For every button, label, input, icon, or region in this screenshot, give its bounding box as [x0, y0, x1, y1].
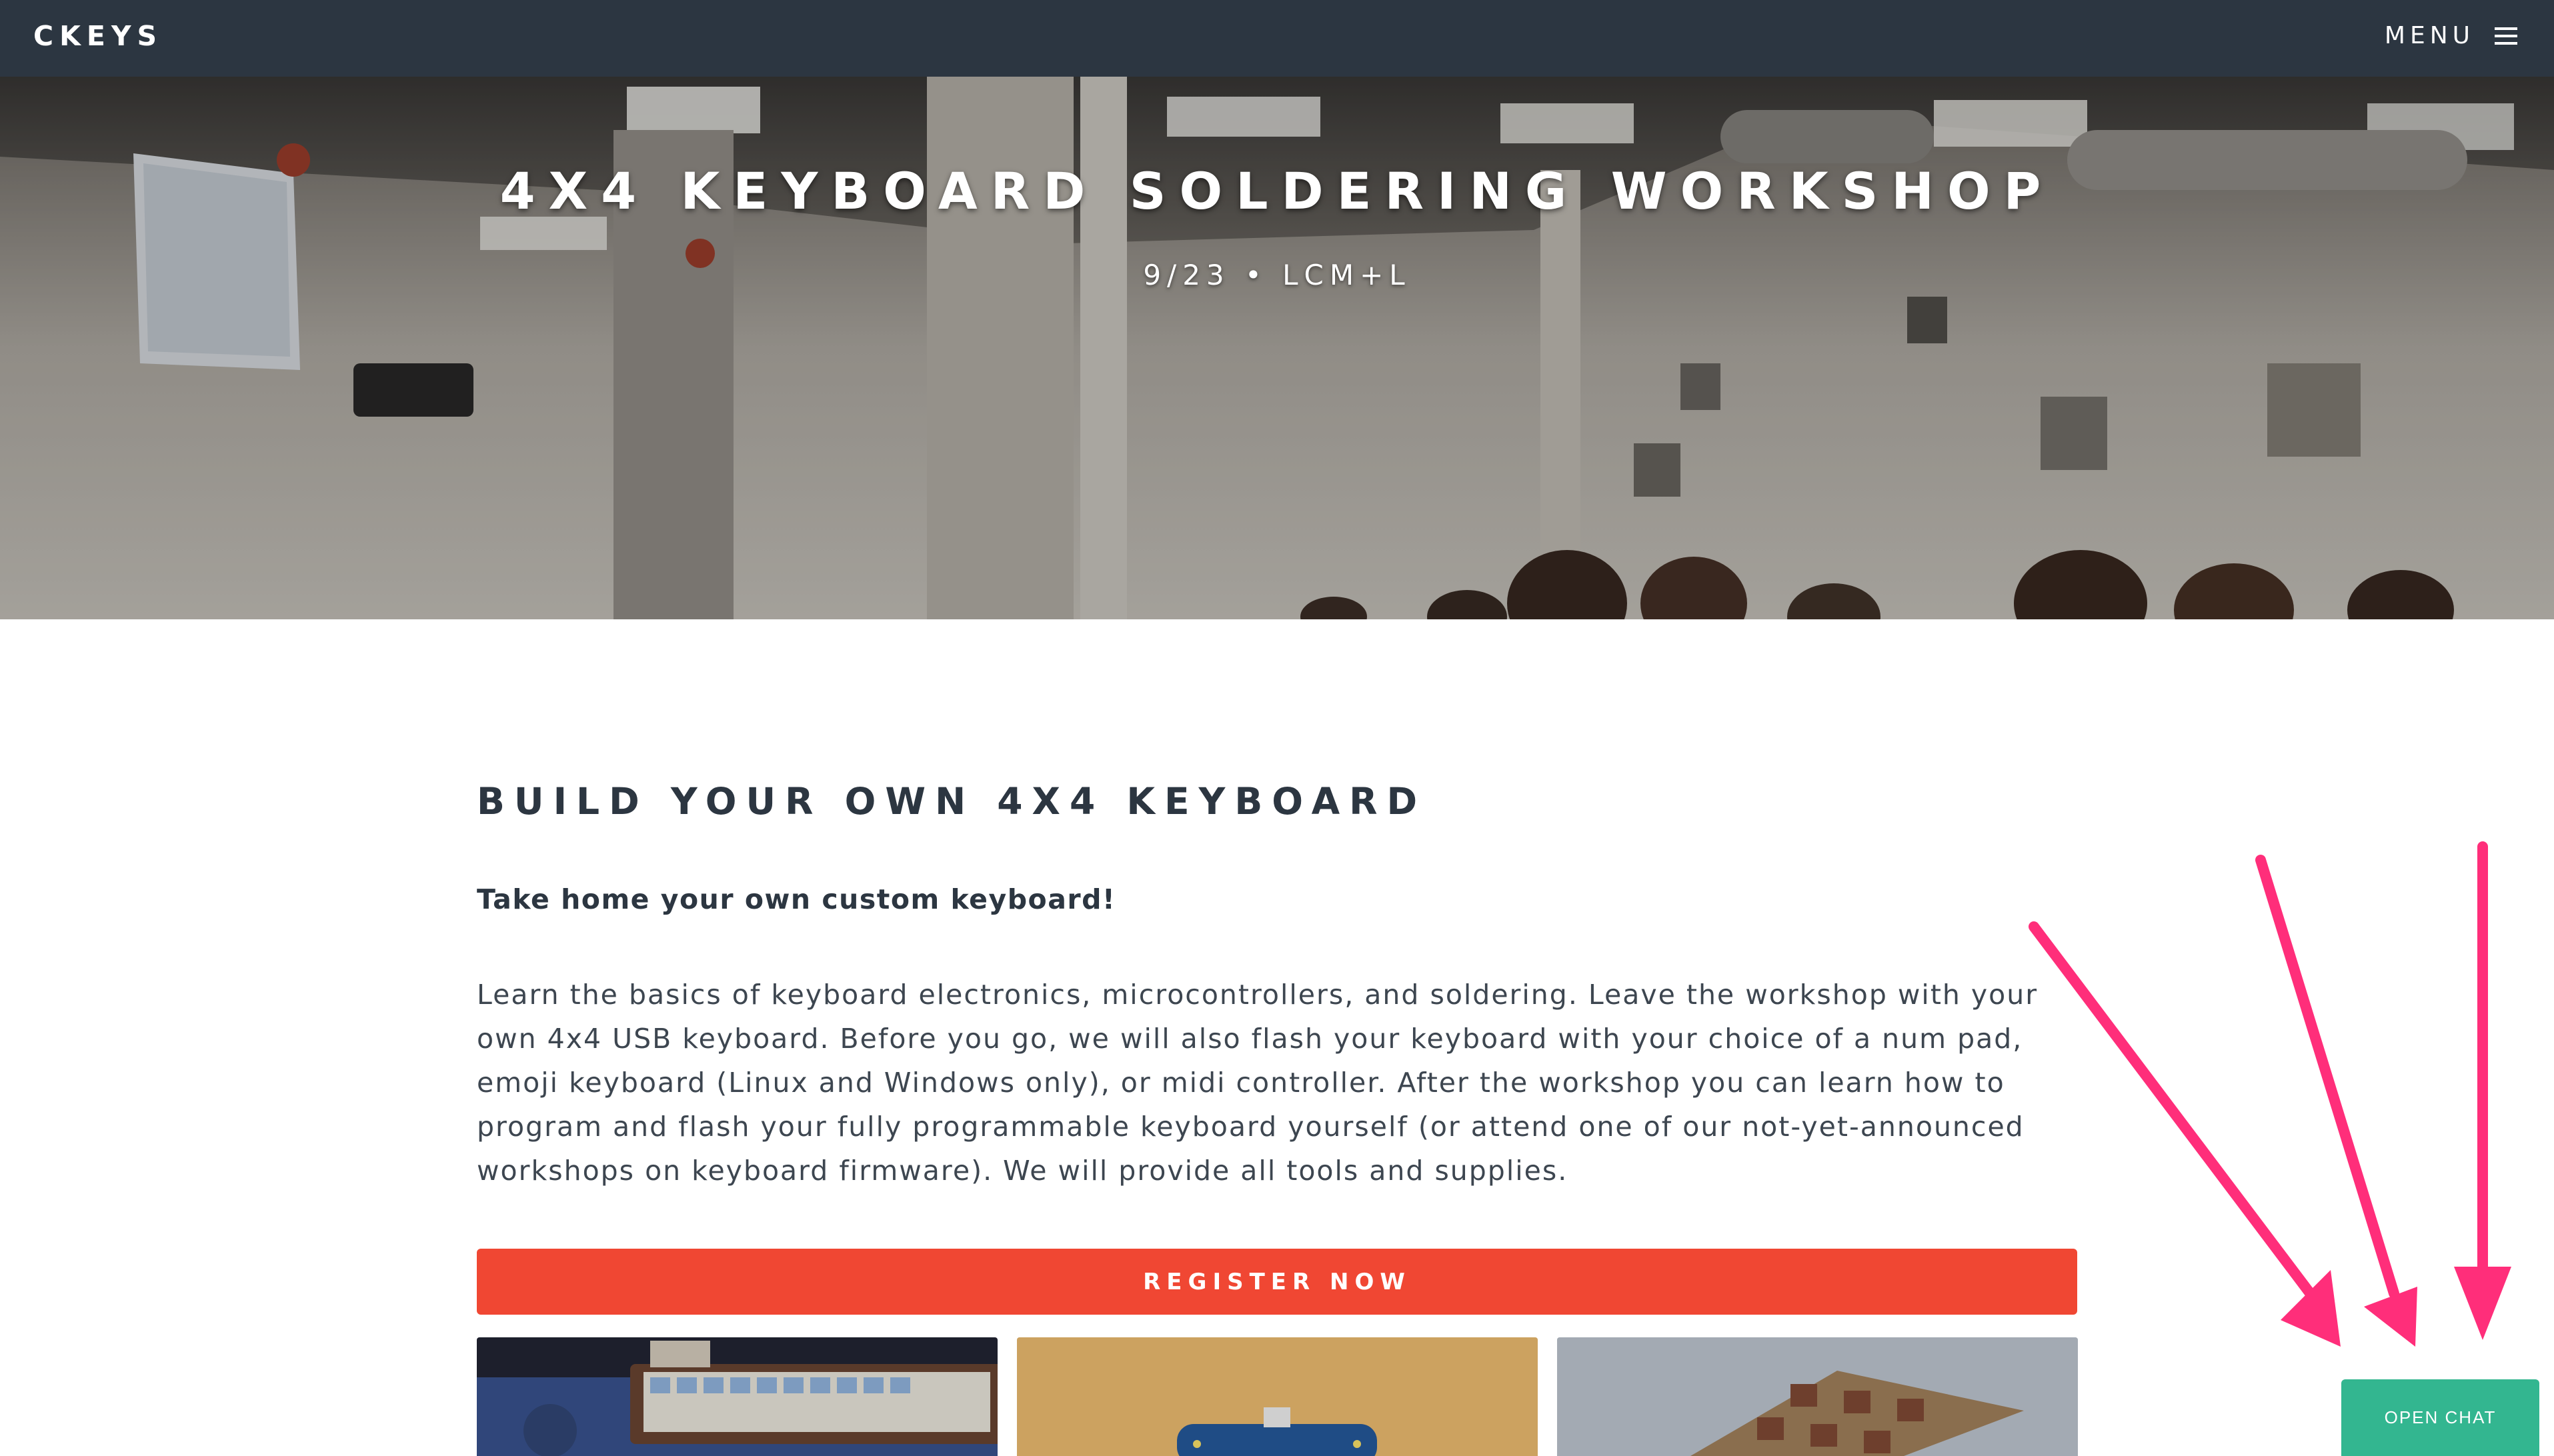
section-title: BUILD YOUR OWN 4X4 KEYBOARD: [477, 780, 1427, 823]
tagline: Take home your own custom keyboard!: [477, 883, 1116, 915]
register-now-button[interactable]: REGISTER NOW: [477, 1249, 2077, 1315]
gallery-image-pcb[interactable]: [1017, 1337, 1538, 1456]
open-chat-button[interactable]: OPEN CHAT: [2341, 1379, 2539, 1456]
hamburger-menu-icon: [2495, 27, 2517, 45]
menu-label: MENU: [2384, 22, 2475, 49]
gallery-image-switches[interactable]: [1557, 1337, 2078, 1456]
workshop-room-photo: [0, 77, 2554, 619]
main-content: BUILD YOUR OWN 4X4 KEYBOARD Take home yo…: [477, 780, 2077, 1187]
menu-button[interactable]: MENU: [2385, 22, 2517, 49]
brand-logo[interactable]: CKEYS: [33, 20, 163, 52]
hero-subtitle: 9/23 • LCM+L: [1143, 259, 1411, 291]
hero-banner: 4X4 KEYBOARD SOLDERING WORKSHOP 9/23 • L…: [0, 77, 2554, 619]
hero-title: 4X4 KEYBOARD SOLDERING WORKSHOP: [499, 161, 2055, 221]
top-navbar: CKEYS MENU: [0, 0, 2554, 77]
gallery-image-keyboard-setup[interactable]: [477, 1337, 998, 1456]
workshop-description: Learn the basics of keyboard electronics…: [477, 979, 2039, 1187]
